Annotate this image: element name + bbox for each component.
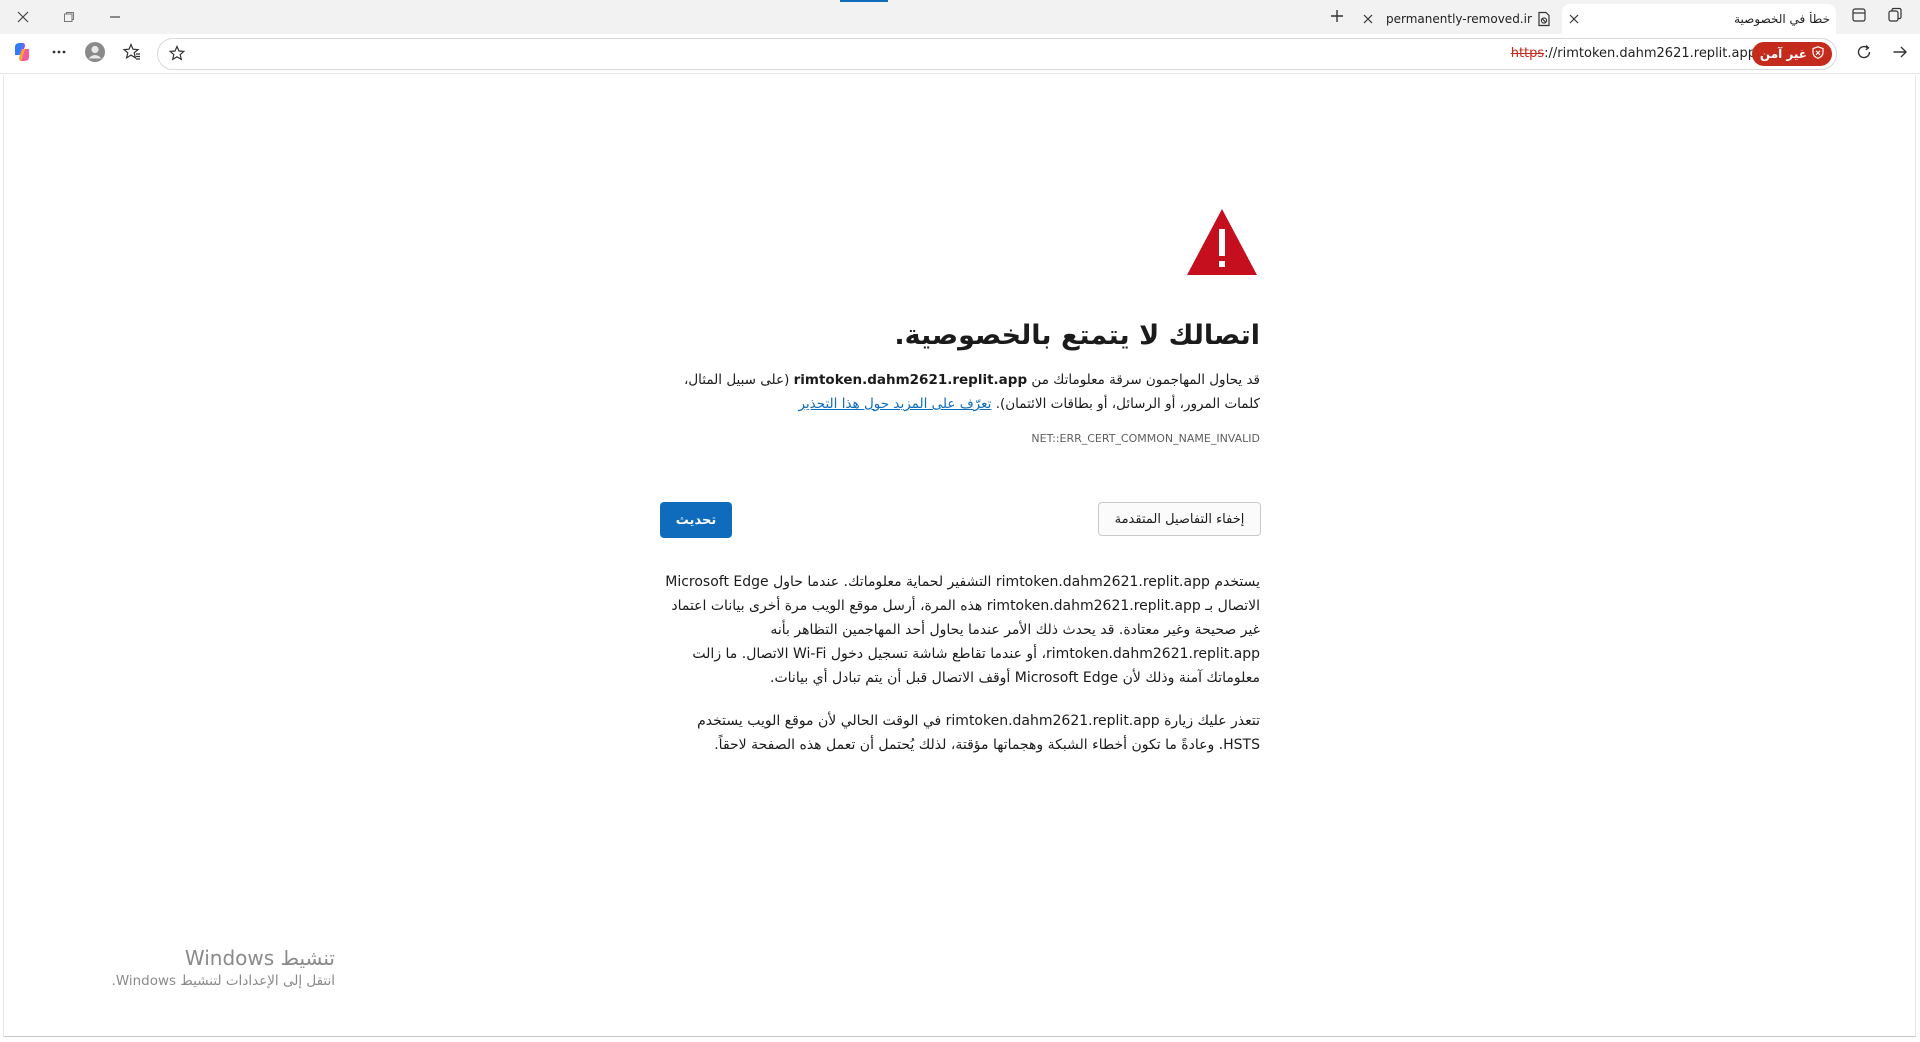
more-icon (51, 44, 67, 64)
tab-title: خطأ في الخصوصية (1734, 12, 1830, 26)
title-bar: permanently-removed.invalid خطأ في الخصو… (0, 0, 1920, 34)
address-bar[interactable]: https://rimtoken.dahm2621.replit.app غير… (157, 38, 1837, 70)
tab-title: permanently-removed.invalid (1386, 12, 1532, 26)
add-favorite-button[interactable] (164, 42, 190, 68)
page-content (3, 75, 1916, 1037)
tab-permanently-removed[interactable]: permanently-removed.invalid (1356, 4, 1556, 34)
learn-more-link[interactable]: تعرّف على المزيد حول هذا التحذير (798, 396, 991, 412)
advanced-details-paragraph: يستخدم rimtoken.dahm2621.replit.app التش… (665, 574, 1260, 686)
minimize-icon (109, 11, 121, 23)
tab-close-button[interactable] (1562, 7, 1586, 31)
new-tab-icon (1330, 8, 1344, 27)
copilot-button[interactable] (6, 38, 38, 70)
loading-indicator (840, 0, 888, 2)
new-tab-button[interactable] (1320, 3, 1354, 31)
warning-icon (1186, 207, 1258, 277)
error-description: قد يحاول المهاجمون سرقة معلوماتك من rimt… (648, 368, 1260, 416)
site-host: rimtoken.dahm2621.replit.app (793, 372, 1028, 388)
url-scheme: https (1510, 46, 1545, 61)
profile-icon (84, 41, 106, 67)
forward-icon (1892, 44, 1908, 64)
windows-activation-watermark: تنشيط Windows انتقل إلى الإعدادات لتنشيط… (95, 945, 335, 991)
watermark-subtitle: انتقل إلى الإعدادات لتنشيط Windows. (111, 973, 335, 989)
close-window-button[interactable] (0, 0, 46, 34)
close-icon (17, 11, 29, 23)
tab-privacy-error[interactable]: خطأ في الخصوصية (1562, 4, 1836, 34)
profile-button[interactable] (79, 38, 111, 70)
hsts-paragraph: تتعذر عليك زيارة rimtoken.dahm2621.repli… (697, 713, 1260, 753)
minimize-window-button[interactable] (92, 0, 138, 34)
more-menu-button[interactable] (43, 38, 75, 70)
favorites-icon (122, 42, 141, 65)
not-secure-badge[interactable]: غير آمن (1751, 42, 1832, 66)
refresh-button[interactable] (1848, 38, 1880, 70)
restore-window-button[interactable] (46, 0, 92, 34)
copilot-icon (11, 41, 33, 67)
watermark-title: تنشيط Windows (184, 946, 335, 970)
hide-advanced-button[interactable]: إخفاء التفاصيل المتقدمة (1098, 502, 1261, 536)
url-host: ://rimtoken.dahm2621.replit.app (1544, 46, 1756, 61)
shield-icon (1812, 46, 1824, 62)
error-code: NET::ERR_CERT_COMMON_NAME_INVALID (1031, 432, 1260, 445)
page-error-icon (1532, 7, 1556, 31)
description-prefix: قد يحاول المهاجمون سرقة معلوماتك من (1027, 372, 1260, 388)
url-text[interactable]: https://rimtoken.dahm2621.replit.app (1511, 46, 1756, 61)
toolbar: https://rimtoken.dahm2621.replit.app غير… (0, 34, 1920, 74)
star-icon (168, 45, 186, 65)
tab-close-icon (1363, 14, 1373, 24)
tab-actions-icon (1851, 7, 1867, 27)
workspaces-button[interactable] (1880, 2, 1910, 32)
refresh-icon (1856, 44, 1872, 64)
tab-close-button[interactable] (1356, 7, 1380, 31)
restore-icon (63, 11, 75, 23)
tab-close-icon (1569, 14, 1579, 24)
favorites-button[interactable] (116, 38, 148, 70)
page-title: اتصالك لا يتمتع بالخصوصية. (894, 320, 1260, 351)
tab-actions-menu-button[interactable] (1844, 2, 1874, 32)
workspaces-icon (1887, 7, 1903, 27)
refresh-page-button[interactable]: تحديث (660, 502, 732, 538)
forward-button[interactable] (1884, 38, 1916, 70)
not-secure-label: غير آمن (1759, 47, 1807, 61)
